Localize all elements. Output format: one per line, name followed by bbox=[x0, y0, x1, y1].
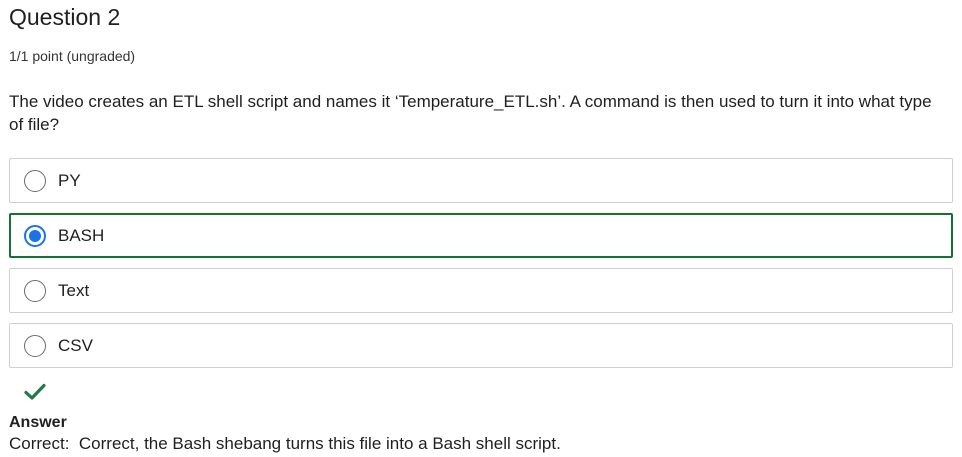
answer-heading: Answer bbox=[9, 414, 67, 431]
option-label: PY bbox=[58, 170, 81, 190]
radio-button[interactable] bbox=[24, 279, 46, 302]
option-bash[interactable]: BASH bbox=[9, 213, 953, 258]
checkmark-icon bbox=[24, 383, 46, 400]
option-text[interactable]: Text bbox=[9, 268, 953, 313]
question-title: Question 2 bbox=[9, 4, 121, 30]
radio-dot bbox=[29, 229, 41, 242]
option-label: BASH bbox=[58, 225, 105, 245]
question-prompt: The video creates an ETL shell script an… bbox=[9, 92, 932, 134]
points-label: 1/1 point (ungraded) bbox=[9, 48, 136, 64]
answer-explanation: Correct: Correct, the Bash shebang turns… bbox=[9, 434, 561, 453]
answer-options: PY BASH Text CSV bbox=[9, 158, 953, 378]
radio-button-selected[interactable] bbox=[24, 224, 46, 247]
radio-button[interactable] bbox=[24, 169, 46, 192]
option-csv[interactable]: CSV bbox=[9, 323, 953, 368]
option-py[interactable]: PY bbox=[9, 158, 953, 203]
radio-button[interactable] bbox=[24, 334, 46, 357]
option-label: Text bbox=[58, 280, 90, 300]
option-label: CSV bbox=[58, 335, 93, 355]
